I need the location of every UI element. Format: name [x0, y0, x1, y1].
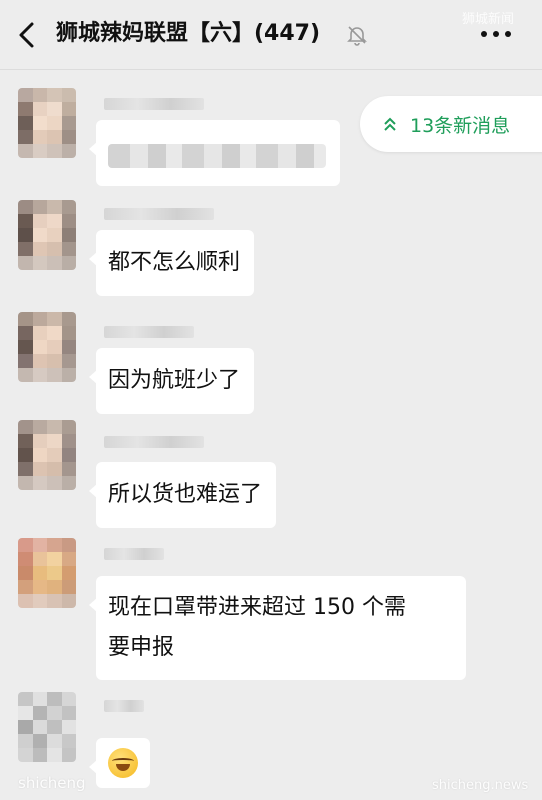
sender-name	[104, 436, 204, 448]
sender-name	[104, 700, 144, 712]
avatar[interactable]	[18, 312, 76, 382]
sender-name	[104, 326, 194, 338]
blurred-message-text	[108, 144, 326, 168]
message-bubble[interactable]: 所以货也难运了	[88, 462, 277, 528]
mute-icon	[347, 26, 367, 46]
sender-name	[104, 98, 204, 110]
new-messages-label: 13条新消息	[410, 114, 511, 137]
message-bubble[interactable]: 现在口罩带进来超过 150 个需 要申报	[89, 576, 466, 680]
message-text: 因为航班少了	[108, 368, 241, 393]
chat-title: 狮城辣妈联盟【六】(447)	[56, 21, 321, 46]
sender-name	[104, 548, 164, 560]
avatar[interactable]	[18, 88, 76, 158]
message-text-line-2: 要申报	[108, 635, 175, 660]
avatar[interactable]	[18, 200, 76, 270]
sender-name	[104, 208, 214, 220]
message-text: 都不怎么顺利	[108, 250, 241, 275]
chat-header: 狮城辣妈联盟【六】(447) 狮城新闻	[0, 0, 542, 70]
back-icon[interactable]	[14, 20, 40, 50]
message-bubble[interactable]: 都不怎么顺利	[88, 230, 255, 296]
more-icon[interactable]	[478, 28, 514, 40]
message-text: 所以货也难运了	[108, 482, 263, 507]
message-text-line-1: 现在口罩带进来超过 150 个需	[108, 595, 406, 620]
avatar[interactable]	[18, 420, 76, 490]
chevron-up-icon	[384, 117, 396, 131]
message-bubble[interactable]	[89, 738, 150, 788]
new-messages-button[interactable]: 13条新消息	[360, 96, 542, 152]
avatar[interactable]	[18, 538, 76, 608]
avatar[interactable]	[18, 692, 76, 762]
watermark-top: 狮城新闻	[462, 12, 515, 27]
watermark-left: shicheng	[18, 774, 86, 792]
watermark-right: shicheng.news	[432, 778, 529, 793]
message-bubble[interactable]: 因为航班少了	[88, 348, 255, 414]
crying-laughing-emoji-icon	[108, 748, 138, 778]
message-bubble[interactable]	[89, 120, 340, 186]
